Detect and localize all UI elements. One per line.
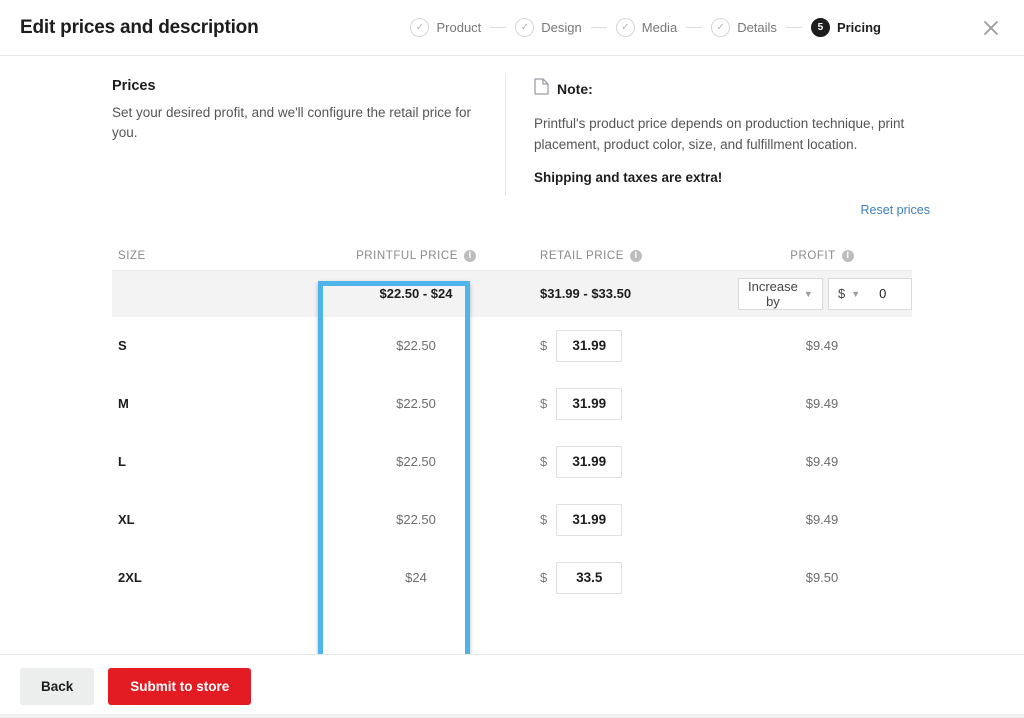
currency-symbol: $ (540, 396, 548, 412)
step-pricing[interactable]: 5 Pricing (810, 18, 882, 37)
info-icon[interactable]: i (463, 249, 476, 262)
step-number-badge: 5 (810, 18, 830, 37)
vertical-divider (505, 74, 506, 196)
prices-description: Prices Set your desired profit, and we'l… (112, 78, 504, 185)
retail-price-input[interactable]: 31.99 (556, 503, 623, 536)
step-separator (590, 27, 607, 28)
document-icon (534, 78, 549, 100)
profit-value: $9.50 (805, 569, 839, 585)
step-design[interactable]: ✓ Design (515, 18, 582, 37)
step-indicator: ✓ Product ✓ Design ✓ Media ✓ Details 5 P… (410, 18, 976, 37)
step-media[interactable]: ✓ Media (615, 18, 678, 37)
step-label: Pricing (836, 20, 882, 35)
check-icon: ✓ (410, 18, 430, 37)
column-header-size: SIZE (118, 250, 340, 262)
size-label: M (118, 395, 129, 411)
currency-symbol: $ (540, 570, 548, 586)
retail-price-input[interactable]: 33.5 (556, 561, 623, 594)
check-icon: ✓ (711, 18, 731, 37)
step-label: Product (436, 20, 482, 35)
info-icon[interactable]: i (841, 249, 854, 262)
profit-value: $9.49 (805, 337, 839, 353)
profit-value: $9.49 (805, 453, 839, 469)
printful-price-value: $22.50 (396, 395, 436, 411)
adjust-unit-select[interactable]: $ ▼ (827, 277, 870, 310)
page-title: Edit prices and description (20, 16, 259, 38)
step-details[interactable]: ✓ Details (711, 18, 777, 37)
edit-prices-modal: Edit prices and description ✓ Product ✓ … (0, 0, 1024, 718)
step-separator (686, 27, 703, 28)
table-row: XL $22.50 $ 31.99 $9.49 (112, 491, 912, 549)
check-icon: ✓ (515, 18, 535, 37)
reset-prices-row: Reset prices (112, 201, 930, 219)
modal-footer: Back Submit to store (0, 654, 1024, 718)
profit-value: $9.49 (805, 511, 839, 527)
column-header-profit: PROFIT i (732, 249, 912, 262)
note-emphasis: Shipping and taxes are extra! (534, 169, 723, 185)
note-panel: Note: Printful's product price depends o… (504, 78, 924, 185)
info-icon[interactable]: i (629, 249, 642, 262)
step-separator (785, 27, 802, 28)
note-body: Printful's product price depends on prod… (534, 116, 905, 152)
column-header-retail-price: RETAIL PRICE i (540, 249, 732, 262)
currency-symbol: $ (540, 512, 548, 528)
step-label: Media (641, 20, 678, 35)
size-label: S (118, 337, 127, 353)
table-row: 2XL $24 $ 33.5 $9.50 (112, 549, 912, 607)
currency-symbol: $ (540, 454, 548, 470)
adjust-value-input[interactable]: 0 (869, 277, 912, 310)
table-row: S $22.50 $ 31.99 $9.49 (112, 317, 912, 375)
prices-table: SIZE PRINTFUL PRICE i RETAIL PRICE i (112, 237, 912, 607)
back-button[interactable]: Back (20, 668, 95, 705)
modal-body: Prices Set your desired profit, and we'l… (0, 56, 1024, 654)
printful-price-value: $22.50 (396, 511, 436, 527)
table-row: L $22.50 $ 31.99 $9.49 (112, 433, 912, 491)
summary-printful-range: $22.50 - $24 (379, 285, 453, 301)
printful-price-value: $22.50 (396, 453, 436, 469)
profit-value: $9.49 (805, 395, 839, 411)
adjust-mode-select[interactable]: Increase by ▼ (738, 277, 823, 310)
step-product[interactable]: ✓ Product (410, 18, 481, 37)
table-row: M $22.50 $ 31.99 $9.49 (112, 375, 912, 433)
retail-price-input[interactable]: 31.99 (556, 329, 623, 362)
intro-section: Prices Set your desired profit, and we'l… (112, 74, 930, 196)
summary-row: $22.50 - $24 $31.99 - $33.50 Increase by… (112, 270, 912, 317)
note-label: Note: (557, 81, 593, 97)
chevron-down-icon: ▼ (851, 288, 861, 299)
submit-to-store-button[interactable]: Submit to store (108, 668, 252, 705)
printful-price-value: $24 (405, 569, 427, 585)
column-label: PRINTFUL PRICE (356, 249, 458, 262)
modal-header: Edit prices and description ✓ Product ✓ … (0, 0, 1024, 56)
size-label: XL (118, 511, 135, 527)
step-separator (490, 27, 507, 28)
prices-subtitle: Set your desired profit, and we'll confi… (112, 105, 472, 140)
page-bottom-strip (0, 714, 1024, 718)
check-icon: ✓ (615, 18, 635, 37)
step-label: Design (541, 20, 582, 35)
column-label: PROFIT (790, 249, 836, 262)
printful-price-value: $22.50 (396, 337, 436, 353)
summary-retail-range: $31.99 - $33.50 (540, 285, 632, 301)
column-header-printful-price: PRINTFUL PRICE i (340, 249, 492, 262)
adjust-unit-value: $ (837, 286, 846, 302)
size-label: 2XL (118, 569, 142, 585)
table-header-row: SIZE PRINTFUL PRICE i RETAIL PRICE i (112, 237, 912, 271)
adjust-mode-value: Increase by (748, 278, 798, 309)
chevron-down-icon: ▼ (803, 288, 813, 299)
reset-prices-link[interactable]: Reset prices (861, 203, 930, 217)
prices-heading: Prices (112, 78, 156, 94)
close-icon[interactable] (976, 13, 1006, 43)
step-label: Details (737, 20, 777, 35)
retail-price-input[interactable]: 31.99 (556, 445, 623, 478)
column-label: RETAIL PRICE (540, 249, 624, 262)
currency-symbol: $ (540, 338, 548, 354)
column-label: SIZE (118, 249, 146, 262)
retail-price-input[interactable]: 31.99 (556, 387, 623, 420)
size-label: L (118, 453, 126, 469)
